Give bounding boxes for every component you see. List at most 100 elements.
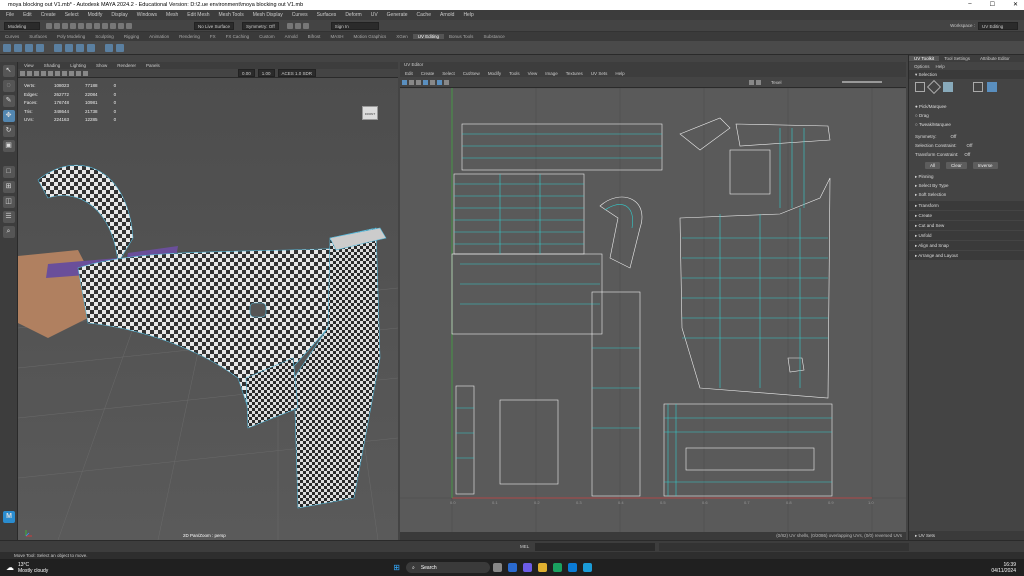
uv-menu-uv-sets[interactable]: UV Sets: [591, 71, 608, 76]
gamma-field[interactable]: 1.00: [257, 69, 275, 77]
smooth-shade-icon[interactable]: [41, 70, 46, 76]
close-button[interactable]: ✕: [1013, 1, 1018, 8]
texel-density-icon[interactable]: [116, 43, 124, 52]
vp-menu-show[interactable]: Show: [96, 63, 107, 68]
uv-image-icon[interactable]: [416, 79, 421, 85]
shelf-tab-animation[interactable]: Animation: [144, 34, 174, 39]
vp-menu-renderer[interactable]: Renderer: [117, 63, 136, 68]
align-and-snap-section[interactable]: ▸ Align and Snap: [909, 241, 1024, 250]
vp-menu-lighting[interactable]: Lighting: [70, 63, 86, 68]
menu-display[interactable]: Display: [111, 12, 127, 18]
uv-checker-icon[interactable]: [749, 79, 754, 85]
cut-uv-icon[interactable]: [54, 43, 62, 52]
vp-menu-panels[interactable]: Panels: [146, 63, 160, 68]
shelf-tab-fx[interactable]: FX: [205, 34, 221, 39]
copilot-icon[interactable]: [523, 563, 532, 572]
uv-menu-view[interactable]: View: [528, 71, 538, 76]
face-mode-icon[interactable]: [943, 82, 953, 92]
grid-icon[interactable]: [27, 70, 32, 76]
uv-menu-create[interactable]: Create: [421, 71, 435, 76]
paint-select-icon[interactable]: ✎: [2, 95, 15, 107]
edge-icon[interactable]: [508, 563, 517, 572]
select-by-type-section[interactable]: ▸ Select By Type: [909, 181, 1024, 190]
transform-constraint-value[interactable]: Off: [964, 151, 970, 158]
toolkit-help-menu[interactable]: Help: [936, 64, 945, 69]
minimize-button[interactable]: –: [968, 1, 971, 8]
menu-create[interactable]: Create: [41, 12, 56, 18]
select-component-icon[interactable]: [102, 22, 108, 29]
menu-edit-mesh[interactable]: Edit Mesh: [187, 12, 209, 18]
inverse-button[interactable]: Inverse: [972, 162, 998, 169]
menu-modify[interactable]: Modify: [88, 12, 103, 18]
arrange-and-layout-section[interactable]: ▸ Arrange and Layout: [909, 251, 1024, 260]
sel-constraint-value[interactable]: Off: [967, 142, 973, 149]
shell-mode-icon[interactable]: [987, 82, 997, 92]
menu-mesh-display[interactable]: Mesh Display: [253, 12, 283, 18]
isolate-icon[interactable]: [76, 70, 81, 76]
mode-dropdown[interactable]: Modeling: [4, 21, 40, 30]
automatic-map-icon[interactable]: [36, 43, 44, 52]
start-icon[interactable]: ⊞: [393, 563, 400, 572]
uv-menu-textures[interactable]: Textures: [566, 71, 583, 76]
unfold-section[interactable]: ▸ Unfold: [909, 231, 1024, 240]
cut-and-sew-section[interactable]: ▸ Cut and Sew: [909, 221, 1024, 230]
tab-uv-toolkit[interactable]: UV Toolkit: [909, 56, 940, 61]
uv-sets-section[interactable]: ▸ UV Sets: [909, 531, 1024, 540]
spherical-map-icon[interactable]: [25, 43, 33, 52]
menu-mesh[interactable]: Mesh: [166, 12, 178, 18]
shelf-tab-xgen[interactable]: XGen: [391, 34, 413, 39]
uv-shaded-icon[interactable]: [430, 79, 435, 85]
snap-grid-icon[interactable]: [110, 22, 116, 29]
camera-icon[interactable]: [20, 70, 25, 76]
select-hierarchy-icon[interactable]: [86, 22, 92, 29]
uv-menu-help[interactable]: Help: [615, 71, 624, 76]
pinning-section[interactable]: ▸ Pinning: [909, 172, 1024, 181]
uv-wire-icon[interactable]: [423, 79, 428, 85]
search-box[interactable]: ⌕ Search: [406, 562, 490, 573]
render-settings-icon[interactable]: [302, 22, 309, 29]
layout-single-icon[interactable]: □: [2, 166, 15, 178]
shelf-tab-mash[interactable]: MASH: [325, 34, 348, 39]
chrome-icon[interactable]: [553, 563, 562, 572]
menu-surfaces[interactable]: Surfaces: [317, 12, 337, 18]
uv-exposure-slider[interactable]: [841, 81, 882, 83]
toolkit-options-menu[interactable]: Options: [914, 64, 930, 69]
cylindrical-map-icon[interactable]: [14, 43, 22, 52]
shelf-tab-substance[interactable]: Substance: [478, 34, 509, 39]
uv-shading-label[interactable]: Texel: [771, 80, 782, 85]
shelf-tab-bonus-tools[interactable]: Bonus Tools: [444, 34, 478, 39]
redo-icon[interactable]: [78, 22, 84, 29]
uv-menu-select[interactable]: Select: [442, 71, 455, 76]
create-section[interactable]: ▸ Create: [909, 211, 1024, 220]
uv-canvas[interactable]: 0.0 0.1 0.2 0.3 0.4 0.5 0.6 0.7 0.8 0.9 …: [400, 88, 906, 532]
shelf-tab-uv-editing[interactable]: UV Editing: [412, 34, 444, 39]
lights-icon[interactable]: [55, 70, 60, 76]
shelf-tab-arnold[interactable]: Arnold: [280, 34, 303, 39]
select-object-icon[interactable]: [94, 22, 100, 29]
shelf-tab-rigging[interactable]: Rigging: [119, 34, 144, 39]
ipr-render-icon[interactable]: [294, 22, 301, 29]
lasso-tool-icon[interactable]: ◌: [2, 80, 15, 92]
select-tool-icon[interactable]: ↖: [2, 65, 15, 77]
uv-shell-icon[interactable]: [402, 79, 407, 85]
vp-menu-view[interactable]: View: [24, 63, 34, 68]
scale-tool-icon[interactable]: ▣: [2, 140, 15, 152]
symmetry-dropdown[interactable]: Symmetry: Off: [242, 21, 279, 30]
file-explorer-icon[interactable]: [538, 563, 547, 572]
uv-menu-image[interactable]: Image: [545, 71, 558, 76]
menu-uv[interactable]: UV: [371, 12, 378, 18]
rotate-tool-icon[interactable]: ↻: [2, 125, 15, 137]
tab-attribute-editor[interactable]: Attribute Editor: [975, 56, 1015, 61]
maya-taskbar-icon[interactable]: [583, 563, 592, 572]
radio-drag[interactable]: ○ Drag: [909, 111, 1024, 120]
menu-cache[interactable]: Cache: [417, 12, 431, 18]
uv-distortion-icon[interactable]: [437, 79, 442, 85]
shelf-tab-sculpting[interactable]: Sculpting: [90, 34, 119, 39]
uv-menu-tools[interactable]: Tools: [509, 71, 520, 76]
snap-curve-icon[interactable]: [118, 22, 124, 29]
shelf-tab-fx-caching[interactable]: FX Caching: [221, 34, 255, 39]
uv-menu-cut-sew[interactable]: Cut/Sew: [463, 71, 480, 76]
search-icon[interactable]: ⌕: [2, 226, 15, 238]
radio-tweak-marquee[interactable]: ○ Tweak/Marquee: [909, 120, 1024, 129]
symmetry-value[interactable]: Off: [951, 133, 957, 140]
